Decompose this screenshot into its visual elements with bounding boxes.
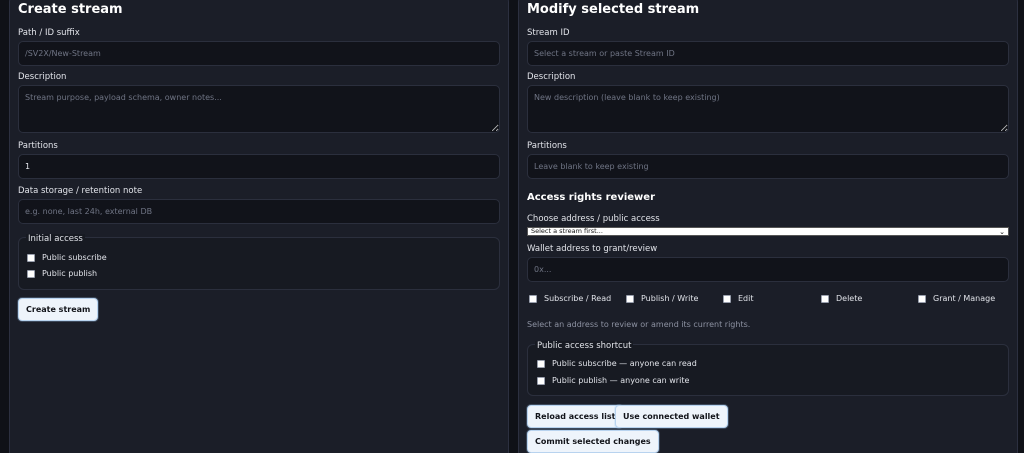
use-connected-wallet-button[interactable]: Use connected wallet [615,405,728,428]
access-hint: Select an address to review or amend its… [527,320,751,329]
perm-delete-option[interactable]: Delete [821,294,862,303]
commit-changes-button[interactable]: Commit selected changes [527,430,659,453]
public-subscribe-label: Public subscribe [42,253,107,262]
create-stream-button[interactable]: Create stream [18,298,99,321]
shortcut-subscribe-option[interactable]: Public subscribe — anyone can read [537,359,697,368]
shortcut-publish-label: Public publish — anyone can write [552,376,690,385]
choose-address-label: Choose address / public access [527,214,660,224]
perm-publish-label: Publish / Write [641,294,699,303]
choose-address-selected: Select a stream first... [531,227,603,235]
public-subscribe-checkbox[interactable] [27,253,35,262]
initial-access-legend: Initial access [26,234,85,244]
perm-grant-label: Grant / Manage [933,294,996,303]
stream-id-label: Stream ID [527,28,570,38]
path-label: Path / ID suffix [18,28,80,38]
storage-input[interactable] [18,199,500,224]
perm-publish-option[interactable]: Publish / Write [626,294,698,303]
modify-stream-title: Modify selected stream [527,2,700,17]
perm-subscribe-option[interactable]: Subscribe / Read [529,294,611,303]
public-publish-option[interactable]: Public publish [27,269,97,278]
shortcut-subscribe-checkbox[interactable] [537,359,545,368]
shortcut-publish-option[interactable]: Public publish — anyone can write [537,376,689,385]
description-textarea[interactable] [18,85,500,133]
perm-subscribe-label: Subscribe / Read [544,294,612,303]
perm-grant-checkbox[interactable] [918,294,926,303]
path-input[interactable] [18,41,500,66]
public-publish-label: Public publish [42,269,98,278]
modify-description-textarea[interactable] [527,85,1009,133]
modify-description-label: Description [527,72,576,82]
public-subscribe-option[interactable]: Public subscribe [27,253,107,262]
perm-edit-label: Edit [738,294,754,303]
perm-delete-checkbox[interactable] [821,294,829,303]
create-stream-title: Create stream [18,2,123,17]
storage-label: Data storage / retention note [18,186,143,196]
public-shortcut-legend: Public access shortcut [535,341,634,351]
shortcut-subscribe-label: Public subscribe — anyone can read [552,359,697,368]
wallet-label: Wallet address to grant/review [527,244,658,254]
partitions-input[interactable] [18,154,500,179]
perm-edit-checkbox[interactable] [723,294,731,303]
perm-publish-checkbox[interactable] [626,294,634,303]
modify-partitions-label: Partitions [527,141,567,151]
access-rights-title: Access rights reviewer [527,192,656,203]
wallet-input[interactable] [527,257,1009,282]
choose-address-select[interactable]: Select a stream first... ⌄ [527,227,1009,236]
public-publish-checkbox[interactable] [27,269,35,278]
modify-partitions-input[interactable] [527,154,1009,179]
perm-delete-label: Delete [836,294,863,303]
perm-subscribe-checkbox[interactable] [529,294,537,303]
perm-grant-option[interactable]: Grant / Manage [918,294,995,303]
modify-stream-panel: Modify selected stream Stream ID Descrip… [518,0,1018,453]
partitions-label: Partitions [18,141,58,151]
stream-id-input[interactable] [527,41,1009,66]
perm-edit-option[interactable]: Edit [723,294,754,303]
description-label: Description [18,72,67,82]
public-shortcut-group: Public access shortcut Public subscribe … [527,341,1009,396]
chevron-down-icon: ⌄ [999,228,1005,236]
reload-access-button[interactable]: Reload access list [527,405,624,428]
initial-access-group: Initial access Public subscribe Public p… [18,234,500,290]
create-stream-panel: Create stream Path / ID suffix Descripti… [9,0,509,453]
shortcut-publish-checkbox[interactable] [537,376,545,385]
